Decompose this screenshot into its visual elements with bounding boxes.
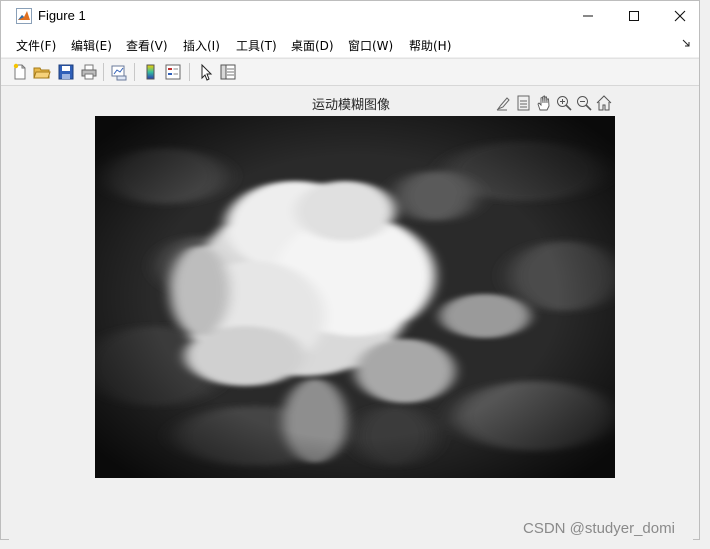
edit-plot-icon[interactable] bbox=[197, 63, 215, 81]
print-icon[interactable] bbox=[80, 63, 98, 81]
data-tips-icon[interactable] bbox=[515, 94, 533, 112]
close-button[interactable] bbox=[657, 1, 703, 31]
menu-edit[interactable]: 编辑(E) bbox=[71, 37, 112, 54]
blurred-image[interactable] bbox=[95, 116, 615, 478]
menu-help[interactable]: 帮助(H) bbox=[409, 37, 451, 54]
toolbar-separator bbox=[103, 63, 104, 81]
menu-insert[interactable]: 插入(I) bbox=[183, 37, 220, 54]
new-figure-icon[interactable] bbox=[11, 63, 29, 81]
minimize-icon bbox=[583, 15, 593, 17]
figure-window: Figure 1 文件(F) 编辑(E) 查看(V) 插入(I) 工具(T) 桌… bbox=[0, 0, 700, 541]
home-icon[interactable] bbox=[595, 94, 613, 112]
figure-canvas: 运动模糊图像 bbox=[9, 86, 693, 541]
pan-icon[interactable] bbox=[535, 94, 553, 112]
zoom-out-icon[interactable] bbox=[575, 94, 593, 112]
legend-icon[interactable] bbox=[164, 63, 182, 81]
menu-desktop[interactable]: 桌面(D) bbox=[291, 37, 334, 54]
zoom-in-icon[interactable] bbox=[555, 94, 573, 112]
menu-window[interactable]: 窗口(W) bbox=[348, 37, 393, 54]
grayscale-image-icon bbox=[95, 116, 615, 478]
toolbar-separator bbox=[189, 63, 190, 81]
brush-icon[interactable] bbox=[495, 94, 513, 112]
menu-file[interactable]: 文件(F) bbox=[16, 37, 56, 54]
open-file-icon[interactable] bbox=[33, 63, 51, 81]
property-inspector-icon[interactable] bbox=[219, 63, 237, 81]
link-plot-icon[interactable] bbox=[110, 63, 128, 81]
window-title: Figure 1 bbox=[38, 8, 86, 23]
close-icon bbox=[674, 10, 686, 22]
minimize-button[interactable] bbox=[565, 1, 611, 31]
save-icon[interactable] bbox=[57, 63, 75, 81]
menu-bar: 文件(F) 编辑(E) 查看(V) 插入(I) 工具(T) 桌面(D) 窗口(W… bbox=[1, 31, 699, 57]
menu-view[interactable]: 查看(V) bbox=[126, 37, 168, 54]
maximize-icon bbox=[629, 11, 639, 21]
figure-toolbar bbox=[1, 58, 699, 86]
title-bar[interactable]: Figure 1 bbox=[1, 1, 699, 31]
watermark-text: CSDN @studyer_domi bbox=[523, 520, 675, 537]
dock-arrow-icon[interactable] bbox=[682, 39, 691, 48]
matlab-logo-icon bbox=[16, 8, 32, 24]
maximize-button[interactable] bbox=[611, 1, 657, 31]
toolbar-separator bbox=[134, 63, 135, 81]
colorbar-icon[interactable] bbox=[142, 63, 160, 81]
menu-tools[interactable]: 工具(T) bbox=[236, 37, 277, 54]
